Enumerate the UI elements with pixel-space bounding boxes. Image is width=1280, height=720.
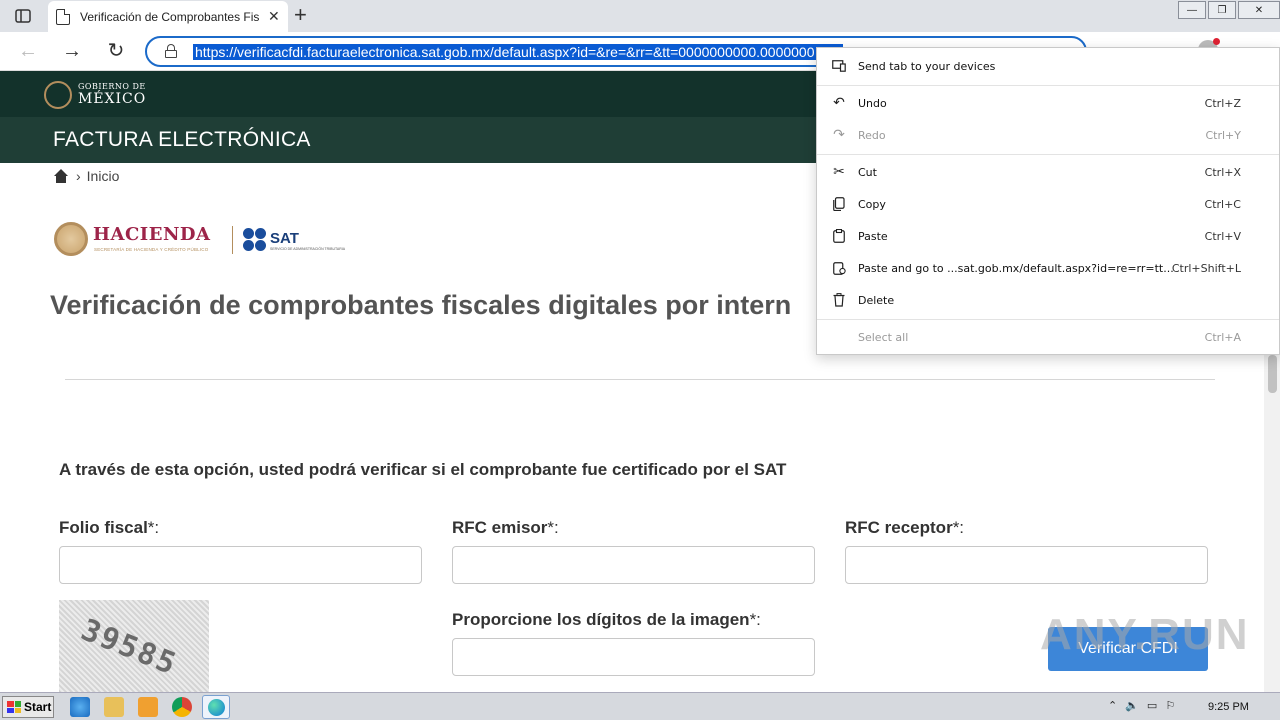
url-text[interactable]: https://verificacfdi.facturaelectronica.…	[193, 44, 843, 60]
paste-go-icon	[831, 260, 847, 276]
internet-explorer-icon[interactable]	[70, 697, 90, 717]
menu-select-all[interactable]: Select all Ctrl+A	[817, 322, 1279, 352]
hacienda-subtitle: SECRETARÍA DE HACIENDA Y CRÉDITO PÚBLICO	[94, 247, 209, 252]
back-button[interactable]: ←	[16, 39, 40, 63]
page-title: Verificación de comprobantes fiscales di…	[50, 290, 792, 320]
gov-line2[interactable]: MÉXICO	[78, 91, 146, 107]
media-player-icon[interactable]	[138, 697, 158, 717]
watermark: ANY.RUN	[1040, 610, 1250, 659]
flag-icon[interactable]: ⚐	[1165, 699, 1175, 712]
lock-icon[interactable]	[165, 44, 177, 58]
hacienda-logo-text: HACIENDA	[93, 224, 211, 245]
minimize-button[interactable]: —	[1178, 1, 1206, 19]
window-controls: — ❐ ✕	[1176, 0, 1280, 19]
captcha-label: Proporcione los dígitos de la imagen*:	[452, 610, 761, 629]
tab-actions-icon[interactable]	[8, 5, 38, 27]
breadcrumb: › Inicio	[54, 168, 119, 184]
tab-title: Verificación de Comprobantes Fis	[80, 9, 260, 24]
divider	[65, 379, 1215, 380]
sat-logo-text: SAT	[270, 230, 299, 247]
menu-send-tab[interactable]: Send tab to your devices	[817, 51, 1279, 81]
network-icon[interactable]: ▭	[1147, 699, 1157, 712]
menu-delete[interactable]: Delete	[817, 285, 1279, 315]
captcha-image: 39585	[59, 600, 209, 692]
browser-tab-strip: Verificación de Comprobantes Fis ✕ + — ❐…	[0, 0, 1280, 32]
new-tab-button[interactable]: +	[294, 4, 307, 26]
logo-divider	[232, 226, 233, 254]
captcha-input[interactable]	[452, 638, 815, 676]
menu-paste[interactable]: Paste Ctrl+V	[817, 221, 1279, 251]
folio-label: Folio fiscal*:	[59, 518, 160, 537]
menu-undo[interactable]: ↶ Undo Ctrl+Z	[817, 88, 1279, 118]
undo-icon: ↶	[833, 95, 845, 111]
menu-cut[interactable]: ✂ Cut Ctrl+X	[817, 157, 1279, 187]
breadcrumb-inicio[interactable]: Inicio	[87, 168, 120, 184]
devices-icon	[831, 58, 847, 74]
windows-logo-icon	[7, 701, 21, 713]
section-title: FACTURA ELECTRÓNICA	[53, 128, 311, 151]
page-favicon-icon	[56, 8, 70, 25]
sat-logo-icon	[243, 228, 267, 252]
rfc-emisor-input[interactable]	[452, 546, 815, 584]
rfc-emisor-label: RFC emisor*:	[452, 518, 559, 537]
tab-close-icon[interactable]: ✕	[268, 8, 280, 25]
rfc-receptor-input[interactable]	[845, 546, 1208, 584]
context-menu: Send tab to your devices ↶ Undo Ctrl+Z ↷…	[816, 47, 1280, 355]
home-icon[interactable]	[54, 169, 68, 183]
edge-icon	[208, 699, 225, 716]
system-tray: ⌃ 🔈 ▭ ⚐	[1108, 699, 1175, 712]
chevron-right-icon: ›	[76, 168, 81, 184]
taskbar: Start ⌃ 🔈 ▭ ⚐ 9:25 PM	[0, 692, 1280, 720]
scrollbar[interactable]	[1264, 355, 1280, 692]
restore-button[interactable]: ❐	[1208, 1, 1236, 19]
start-button[interactable]: Start	[2, 696, 54, 718]
forward-button[interactable]: →	[60, 39, 84, 63]
captcha-digits: 39585	[76, 612, 183, 683]
menu-redo[interactable]: ↷ Redo Ctrl+Y	[817, 120, 1279, 150]
close-window-button[interactable]: ✕	[1238, 1, 1280, 19]
refresh-button[interactable]: ↻	[104, 39, 128, 63]
intro-text: A través de esta opción, usted podrá ver…	[59, 460, 787, 479]
gov-line1: GOBIERNO DE	[78, 82, 146, 91]
gov-seal-icon	[44, 81, 72, 109]
sat-subtitle: SERVICIO DE ADMINISTRACIÓN TRIBUTARIA	[270, 247, 346, 251]
paste-icon	[831, 228, 847, 244]
edge-taskbar-button[interactable]	[202, 695, 230, 719]
rfc-receptor-label: RFC receptor*:	[845, 518, 965, 537]
redo-icon: ↷	[833, 127, 845, 143]
scissors-icon: ✂	[833, 164, 845, 180]
chrome-icon[interactable]	[172, 697, 192, 717]
tray-expand-icon[interactable]: ⌃	[1108, 699, 1117, 712]
browser-tab[interactable]: Verificación de Comprobantes Fis ✕	[48, 1, 288, 32]
volume-icon[interactable]: 🔈	[1125, 699, 1139, 712]
menu-paste-and-go[interactable]: Paste and go to ...sat.gob.mx/default.as…	[817, 253, 1279, 283]
folio-fiscal-input[interactable]	[59, 546, 422, 584]
menu-copy[interactable]: Copy Ctrl+C	[817, 189, 1279, 219]
file-explorer-icon[interactable]	[104, 697, 124, 717]
scroll-thumb[interactable]	[1268, 355, 1277, 393]
copy-icon	[831, 196, 847, 212]
clock[interactable]: 9:25 PM	[1208, 701, 1249, 713]
trash-icon	[831, 292, 847, 308]
hacienda-seal-icon	[54, 222, 88, 256]
